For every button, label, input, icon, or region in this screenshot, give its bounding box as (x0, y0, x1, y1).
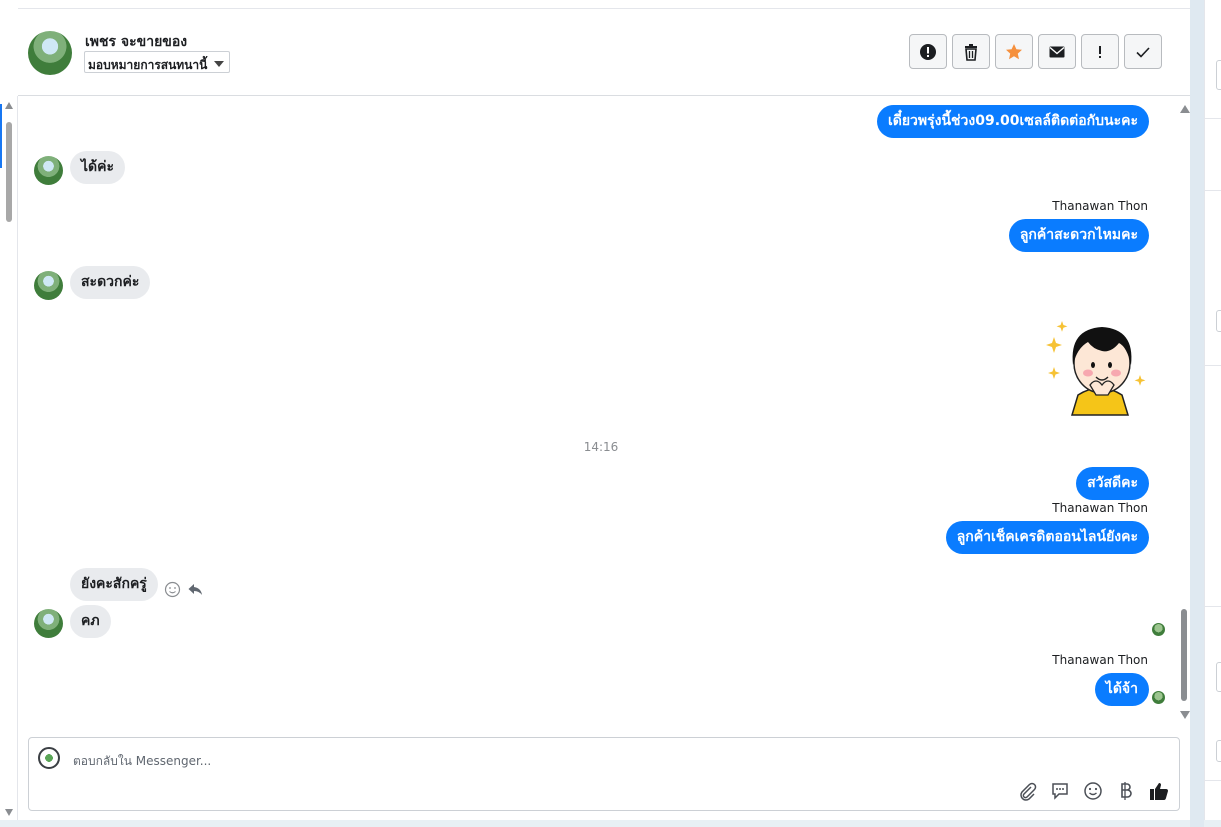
emoji-icon[interactable] (1083, 781, 1103, 801)
details-field[interactable] (1216, 60, 1221, 90)
star-icon (1006, 43, 1022, 59)
conversation-header: เพชร จะขายของ มอบหมายการสนทนานี้ (18, 9, 1190, 96)
panel-gutter (1190, 0, 1204, 827)
details-field[interactable] (1216, 740, 1221, 762)
details-field[interactable] (1216, 662, 1221, 692)
contact-avatar-small[interactable] (34, 609, 63, 638)
outgoing-message[interactable]: เดี๋ยวพรุ่งนี้ช่วง09.00เซลล์ติดต่อกับนะค… (876, 105, 1149, 138)
outgoing-message[interactable]: ได้จ้า (1094, 673, 1149, 706)
divider (1205, 365, 1221, 366)
trash-icon (965, 43, 977, 61)
thread-scrollbar[interactable] (1178, 97, 1190, 733)
scroll-down-arrow-icon[interactable] (5, 809, 13, 816)
star-button[interactable] (995, 34, 1033, 69)
sticker-girl-image[interactable] (1040, 315, 1150, 417)
outgoing-message[interactable]: ลูกค้าเช็คเครดิตออนไลน์ยังคะ (945, 521, 1149, 554)
like-icon[interactable] (1149, 781, 1169, 801)
follow-up-button[interactable] (1081, 34, 1119, 69)
divider (1205, 190, 1221, 191)
contact-avatar-small[interactable] (34, 156, 63, 185)
reply-input[interactable]: ตอบกลับใน Messenger... (73, 752, 211, 771)
contact-details-panel (1204, 0, 1221, 820)
divider (1205, 606, 1221, 607)
message-actions (164, 581, 204, 598)
page-avatar (38, 747, 60, 769)
sender-name: Thanawan Thon (1052, 653, 1148, 667)
active-indicator (0, 104, 2, 168)
react-emoji-icon[interactable] (164, 581, 181, 598)
message-timestamp: 14:16 (583, 440, 619, 454)
divider (1205, 780, 1221, 781)
mark-unread-button[interactable] (1038, 34, 1076, 69)
scroll-down-arrow-icon[interactable] (1180, 711, 1190, 719)
contact-avatar[interactable] (28, 31, 72, 75)
assign-conversation-dropdown[interactable]: มอบหมายการสนทนานี้ (84, 51, 231, 73)
message-thread: เดี๋ยวพรุ่งนี้ช่วง09.00เซลล์ติดต่อกับนะค… (18, 97, 1190, 733)
contact-avatar-small[interactable] (34, 271, 63, 300)
sent-by-page-avatar (1152, 691, 1165, 704)
seen-by-avatar (1152, 623, 1165, 636)
reply-composer[interactable]: ตอบกลับใน Messenger... (28, 737, 1180, 811)
attachment-icon[interactable] (1017, 781, 1037, 801)
sender-name: Thanawan Thon (1052, 199, 1148, 213)
mark-spam-button[interactable] (909, 34, 947, 69)
top-divider (18, 0, 1190, 9)
baht-icon[interactable] (1116, 781, 1136, 801)
left-scrollbar[interactable] (0, 96, 18, 820)
outgoing-message[interactable]: สวัสดีคะ (1076, 467, 1149, 500)
delete-button[interactable] (952, 34, 990, 69)
mail-icon (1049, 46, 1065, 57)
mark-done-button[interactable] (1124, 34, 1162, 69)
divider (1205, 118, 1221, 119)
incoming-message[interactable]: คภ (70, 605, 111, 638)
inbox-conversation-view: เพชร จะขายของ มอบหมายการสนทนานี้ เดี๋ยวพ… (0, 0, 1221, 827)
check-icon (1136, 46, 1150, 58)
bottom-strip (0, 820, 1221, 827)
saved-reply-icon[interactable] (1050, 781, 1070, 801)
contact-name[interactable]: เพชร จะขายของ (85, 31, 187, 53)
header-toolbar (909, 34, 1162, 69)
exclamation-icon (1099, 45, 1101, 58)
caret-down-icon (214, 61, 225, 67)
scroll-up-arrow-icon[interactable] (5, 102, 13, 109)
incoming-message[interactable]: สะดวกค่ะ (70, 266, 151, 299)
scroll-up-arrow-icon[interactable] (1180, 105, 1190, 113)
composer-toolbar (1017, 781, 1169, 801)
outgoing-message[interactable]: ลูกค้าสะดวกไหมคะ (1008, 219, 1149, 252)
scroll-thumb[interactable] (1181, 609, 1187, 701)
incoming-message[interactable]: ยังคะสักครู่ (70, 568, 158, 601)
scroll-thumb[interactable] (6, 122, 12, 222)
assign-label: มอบหมายการสนทนานี้ (88, 58, 208, 72)
incoming-message[interactable]: ได้ค่ะ (70, 151, 126, 184)
sender-name: Thanawan Thon (1052, 501, 1148, 515)
reply-icon[interactable] (187, 581, 204, 598)
alert-icon (920, 43, 936, 60)
details-field[interactable] (1216, 310, 1221, 332)
